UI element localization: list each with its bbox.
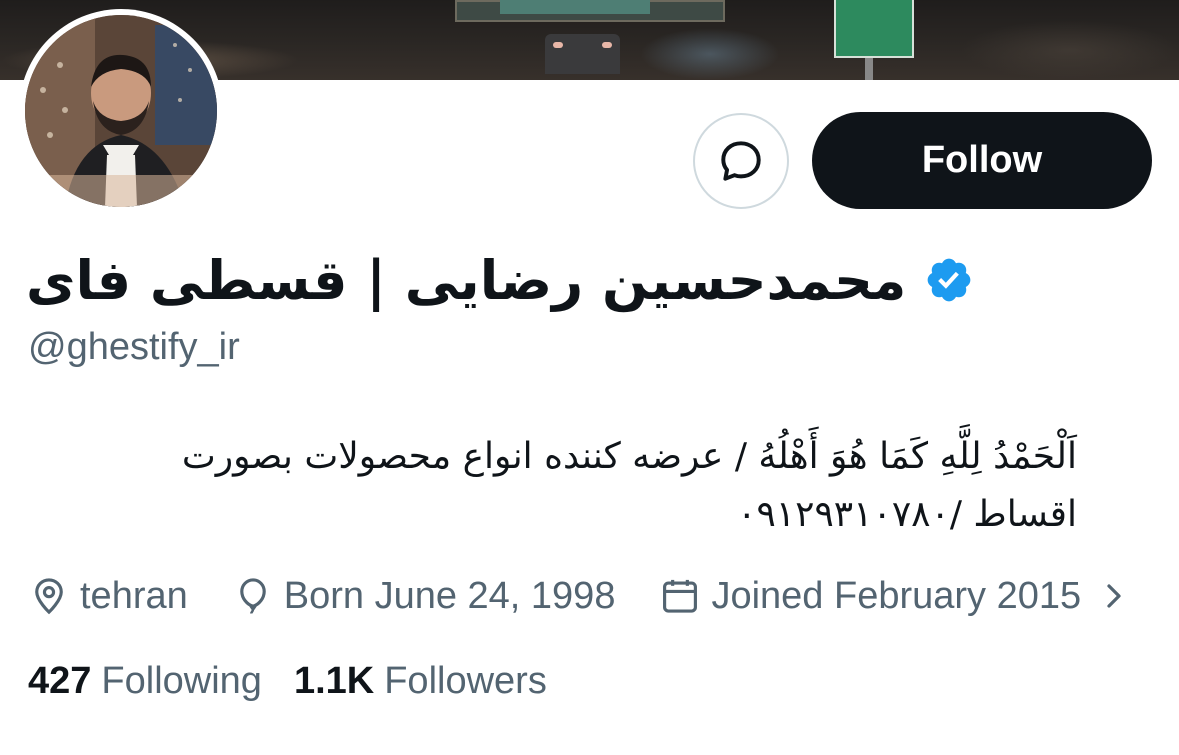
message-button[interactable] bbox=[693, 113, 789, 209]
banner-billboard-panel bbox=[500, 0, 650, 14]
banner-car bbox=[545, 34, 620, 74]
bio: اَلْحَمْدُ لِلَّهِ کَمَا هُوَ أَهْلُهُ /… bbox=[27, 428, 1077, 544]
joined-date: Joined February 2015 bbox=[659, 575, 1081, 618]
banner-car-light bbox=[553, 42, 563, 48]
following-count: 427 bbox=[28, 659, 92, 702]
location-text: tehran bbox=[80, 574, 188, 617]
chevron-right-icon[interactable] bbox=[1099, 576, 1129, 616]
birthday-text: Born June 24, 1998 bbox=[283, 574, 616, 617]
banner-sign-pole bbox=[865, 58, 873, 80]
bio-line: اقساط /۰۹۱۲۹۳۱۰۷۸۰ bbox=[737, 494, 1077, 535]
name-row: محمدحسین رضایی | قسطی فای bbox=[26, 238, 1026, 322]
bio-line: اَلْحَمْدُ لِلَّهِ کَمَا هُوَ أَهْلُهُ /… bbox=[181, 436, 1077, 477]
following-link[interactable]: 427 Following bbox=[28, 660, 262, 703]
display-name: محمدحسین رضایی | قسطی فای bbox=[26, 248, 907, 312]
location: tehran bbox=[28, 575, 188, 618]
banner-glow bbox=[640, 28, 780, 80]
avatar[interactable] bbox=[25, 15, 217, 207]
followers-count: 1.1K bbox=[293, 659, 375, 702]
following-label: Following bbox=[101, 659, 262, 702]
followers-label: Followers bbox=[384, 659, 547, 702]
follow-button[interactable]: Follow bbox=[812, 112, 1152, 209]
message-bubble-icon bbox=[721, 141, 761, 181]
banner-street-sign bbox=[834, 0, 914, 58]
avatar-ring[interactable] bbox=[19, 9, 223, 213]
avatar-image bbox=[25, 15, 217, 207]
calendar-icon bbox=[663, 579, 698, 613]
location-pin-icon bbox=[35, 578, 63, 615]
birthday: Born June 24, 1998 bbox=[232, 574, 616, 618]
username-handle: @ghestify_ir bbox=[28, 326, 240, 368]
joined-text: Joined February 2015 bbox=[711, 574, 1082, 617]
follow-stats: 427 Following 1.1K Followers bbox=[28, 654, 579, 708]
banner-glow bbox=[960, 20, 1179, 80]
followers-link[interactable]: 1.1K Followers bbox=[294, 660, 547, 703]
balloon-icon bbox=[239, 578, 266, 614]
banner-car-light bbox=[602, 42, 612, 48]
profile-meta: tehran Born June 24, 1998 Joined Februar… bbox=[28, 568, 1158, 624]
verified-badge-icon[interactable] bbox=[924, 255, 974, 305]
